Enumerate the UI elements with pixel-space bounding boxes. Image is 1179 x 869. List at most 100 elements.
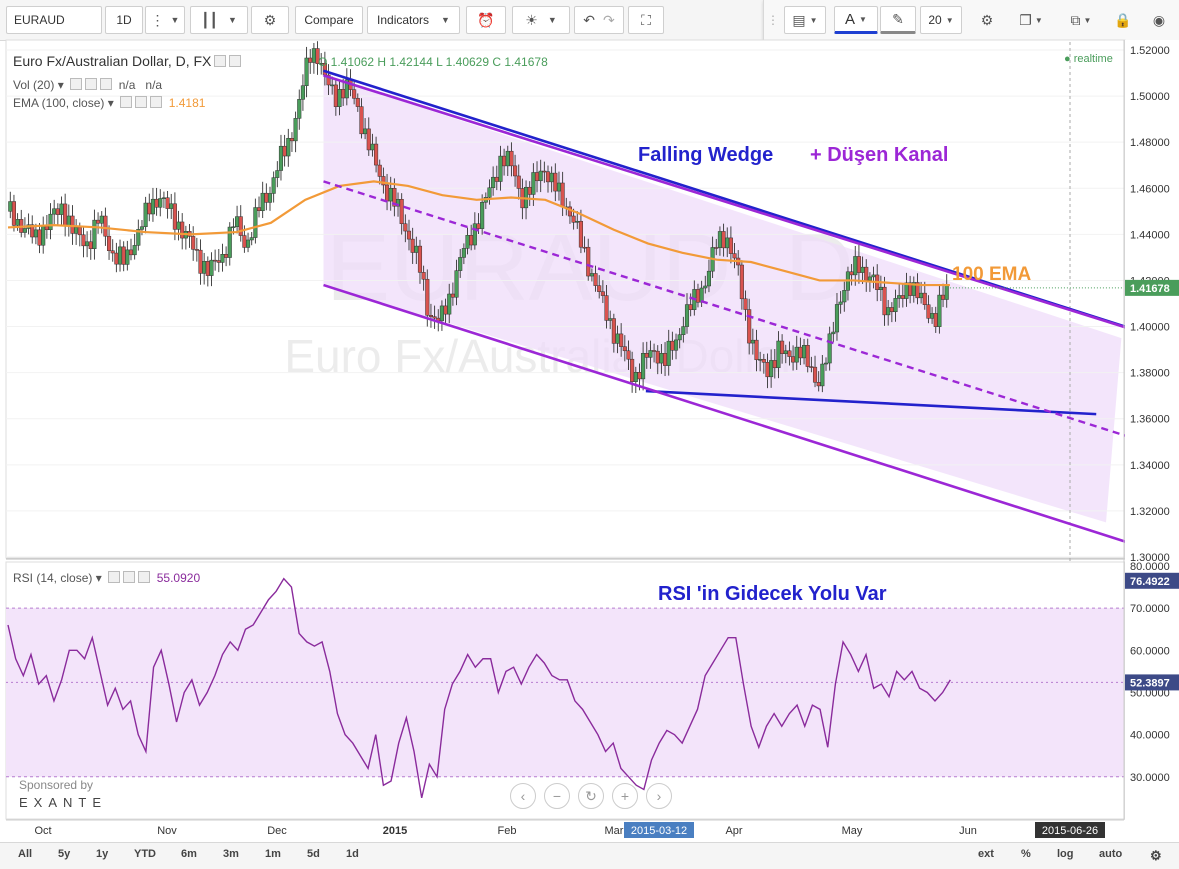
range-6m[interactable]: 6m: [181, 848, 197, 860]
range-1d[interactable]: 1d: [346, 848, 359, 860]
candle-body: [425, 278, 430, 316]
zoom-in-button[interactable]: +: [612, 783, 638, 809]
settings-gear-icon[interactable]: ⚙: [1150, 848, 1162, 864]
chart-title: Euro Fx/Australian Dollar, D, FX: [13, 53, 242, 69]
candle-body: [553, 172, 558, 192]
candle-body: [798, 346, 803, 359]
candle-body: [308, 57, 313, 63]
candle-body: [88, 241, 93, 249]
plus-icon: +: [620, 788, 630, 804]
candle-body: [352, 89, 357, 99]
settings-small-icon[interactable]: [123, 571, 136, 583]
candle-body: [655, 350, 660, 364]
candle-body: [370, 143, 375, 151]
candle-body: [128, 249, 134, 256]
auto-toggle[interactable]: auto: [1099, 848, 1122, 860]
candle-body: [114, 252, 119, 265]
candle-body: [673, 339, 679, 351]
price-tick-label: 1.32000: [1130, 506, 1170, 518]
candle-body: [677, 334, 682, 341]
annotation-ema: 100 EMA: [952, 264, 1031, 285]
range-1m[interactable]: 1m: [265, 848, 281, 860]
candle-body: [363, 128, 368, 135]
annotation-dusen-kanal: + Düşen Kanal: [810, 144, 948, 166]
range-3m[interactable]: 3m: [223, 848, 239, 860]
settings-small-icon[interactable]: [85, 78, 98, 90]
range-5d[interactable]: 5d: [307, 848, 320, 860]
candle-body: [505, 150, 510, 167]
range-all[interactable]: All: [18, 848, 32, 860]
sponsor-logo[interactable]: EXANTE: [19, 795, 107, 810]
candle-body: [388, 187, 393, 202]
candle-body: [648, 350, 653, 358]
candle-body: [224, 254, 229, 258]
volume-values: n/a n/a: [118, 78, 163, 92]
candle-body: [52, 208, 57, 215]
candle-body: [695, 289, 701, 303]
candle-body: [571, 215, 576, 223]
candle-body: [941, 294, 946, 300]
candle-body: [216, 260, 221, 263]
candle-body: [703, 285, 708, 289]
price-axis: [1125, 40, 1179, 820]
rsi-label: RSI (14, close): [13, 571, 93, 585]
sponsor-label: Sponsored by: [19, 778, 94, 792]
price-chart[interactable]: EURAUD, DEuro Fx/Australian DollarFallin…: [0, 0, 1179, 868]
candle-body: [410, 238, 415, 253]
candle-body: [487, 187, 492, 198]
ext-toggle[interactable]: ext: [978, 848, 994, 860]
candle-body: [8, 201, 13, 212]
candle-body: [458, 257, 463, 271]
scroll-left-button[interactable]: ‹: [510, 783, 536, 809]
candle-body: [706, 270, 711, 287]
candle-body: [205, 261, 210, 276]
candle-body: [278, 145, 284, 171]
candle-body: [231, 226, 236, 228]
candle-body: [33, 229, 38, 238]
candle-body: [117, 246, 123, 265]
candle-body: [509, 150, 514, 167]
scroll-right-button[interactable]: ›: [646, 783, 672, 809]
eye-toggle-icon[interactable]: [70, 78, 83, 90]
candle-body: [44, 226, 49, 231]
percent-toggle[interactable]: %: [1021, 848, 1031, 860]
candle-body: [121, 246, 126, 265]
close-icon[interactable]: [100, 78, 113, 90]
realtime-indicator: ● realtime: [1064, 53, 1113, 65]
close-icon[interactable]: [138, 571, 151, 583]
candle-body: [867, 276, 872, 281]
candle-body: [897, 295, 902, 299]
candle-body: [670, 340, 675, 351]
close-icon[interactable]: [150, 96, 163, 108]
candle-body: [608, 318, 613, 321]
eye-toggle-icon[interactable]: [120, 96, 133, 108]
candle-body: [783, 350, 788, 354]
candle-body: [743, 298, 748, 310]
settings-small-icon[interactable]: [135, 96, 148, 108]
zoom-out-button[interactable]: −: [544, 783, 570, 809]
range-ytd[interactable]: YTD: [134, 848, 156, 860]
range-1y[interactable]: 1y: [96, 848, 108, 860]
eye-toggle-icon[interactable]: [108, 571, 121, 583]
candle-body: [919, 292, 924, 299]
candle-body: [823, 362, 829, 365]
reset-button[interactable]: ↻: [578, 783, 604, 809]
candle-body: [820, 363, 825, 387]
last-price-label: 1.41678: [1130, 283, 1170, 295]
candle-body: [246, 239, 251, 248]
rsi-value: 55.0920: [156, 571, 201, 585]
candle-body: [11, 201, 16, 226]
range-5y[interactable]: 5y: [58, 848, 70, 860]
candle-body: [893, 298, 898, 313]
candle-body: [374, 143, 379, 166]
settings-small-icon[interactable]: [229, 55, 242, 67]
candle-body: [513, 165, 518, 177]
candle-body: [432, 316, 437, 319]
candle-body: [619, 333, 624, 347]
candle-body: [721, 231, 726, 249]
log-toggle[interactable]: log: [1057, 848, 1074, 860]
candle-body: [765, 362, 770, 378]
eye-toggle-icon[interactable]: [214, 55, 227, 67]
time-marker-label: 2015-03-12: [631, 825, 687, 837]
candle-body: [70, 215, 75, 234]
